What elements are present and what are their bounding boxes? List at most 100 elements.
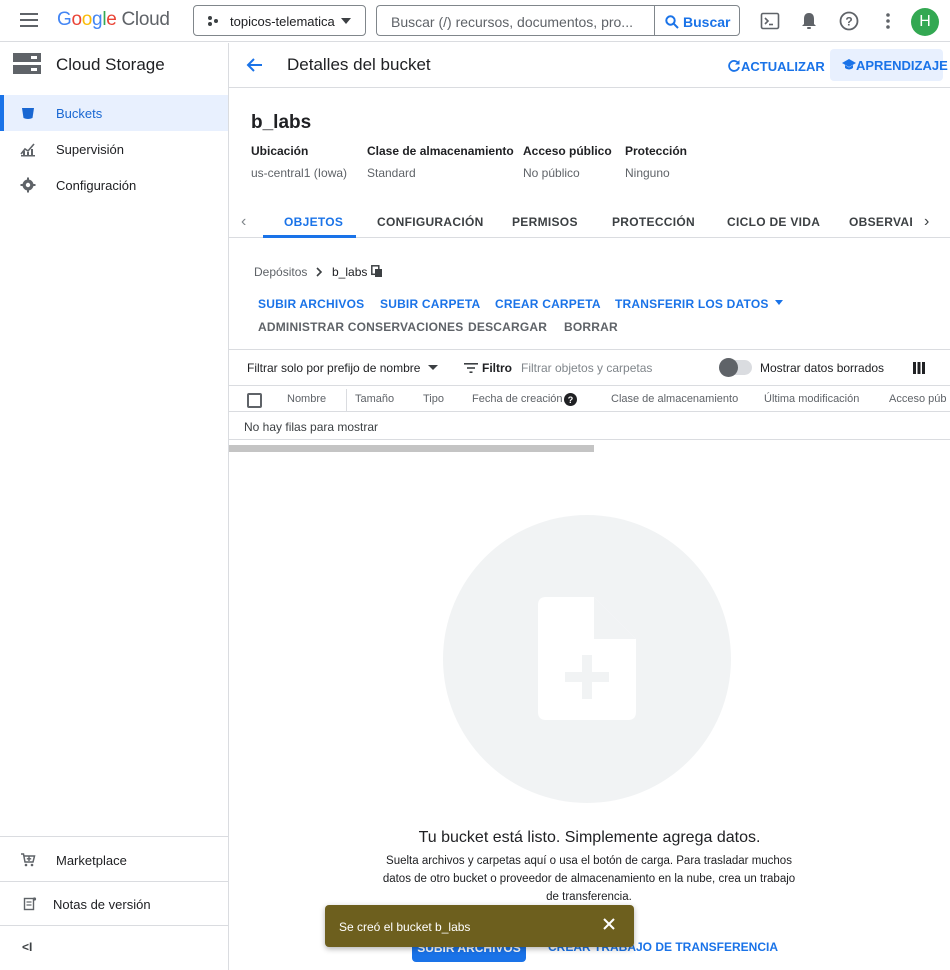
bucket-name: b_labs [251, 112, 312, 133]
tabs-scroll-left-icon[interactable]: ‹ [241, 213, 246, 231]
more-vert-icon[interactable] [877, 10, 899, 32]
chevron-down-icon [341, 18, 351, 24]
transfer-data-button[interactable]: TRANSFERIR LOS DATOS [615, 297, 784, 311]
divider [229, 439, 950, 440]
tab-observability[interactable]: OBSERVABI [849, 215, 912, 229]
sidebar-item-monitoring[interactable]: Supervisión [0, 131, 228, 167]
refresh-label: ACTUALIZAR [741, 59, 825, 74]
add-file-icon [538, 597, 636, 720]
column-header-public-access[interactable]: Acceso púb [889, 393, 950, 405]
meta-label-storage-class: Clase de almacenamiento [367, 144, 514, 158]
copy-icon[interactable] [371, 265, 383, 278]
learn-button[interactable]: APRENDIZAJE [830, 49, 948, 81]
meta-label-location: Ubicación [251, 144, 309, 158]
project-picker[interactable]: topicos-telematica [193, 5, 366, 36]
svg-text:?: ? [568, 395, 574, 405]
top-bar: Google Cloud topicos-telematica Buscar (… [0, 0, 950, 42]
search-input[interactable]: Buscar (/) recursos, documentos, pro... [376, 5, 655, 36]
filter-icon [464, 363, 478, 373]
caret-down-icon [427, 365, 438, 370]
delete-button[interactable]: BORRAR [564, 320, 618, 334]
divider [0, 881, 228, 882]
divider [0, 836, 228, 837]
column-divider [346, 389, 347, 411]
meta-value-storage-class: Standard [367, 166, 416, 180]
terminal-icon[interactable] [759, 10, 781, 32]
tab-permissions[interactable]: PERMISOS [512, 215, 578, 229]
column-display-icon[interactable] [913, 362, 925, 374]
manage-holds-button[interactable]: ADMINISTRAR CONSERVACIONES [258, 320, 463, 334]
prefix-filter-dropdown[interactable]: Filtrar solo por prefijo de nombre [247, 361, 438, 375]
tabs-scroll-right-icon[interactable]: › [924, 213, 929, 231]
back-arrow-icon[interactable] [245, 55, 265, 75]
divider [229, 385, 950, 386]
cloud-storage-icon [13, 53, 41, 74]
refresh-button[interactable]: ACTUALIZAR [727, 57, 825, 74]
sidebar-item-marketplace[interactable]: Marketplace [0, 842, 228, 878]
tab-objects[interactable]: OBJETOS [284, 215, 343, 229]
cart-icon [21, 853, 36, 867]
meta-label-protection: Protección [625, 144, 688, 158]
help-icon[interactable]: ? [564, 393, 577, 406]
sidebar-item-buckets[interactable]: Buckets [0, 95, 228, 131]
prefix-filter-label: Filtrar solo por prefijo de nombre [247, 361, 421, 375]
empty-state-title: Tu bucket está listo. Simplemente agrega… [418, 829, 761, 846]
bell-icon[interactable] [798, 10, 820, 32]
column-header-created[interactable]: Fecha de creación [472, 393, 563, 405]
create-folder-button[interactable]: CREAR CARPETA [495, 297, 601, 311]
tab-lifecycle[interactable]: CICLO DE VIDA [727, 215, 820, 229]
notes-icon [23, 897, 37, 911]
show-deleted-label: Mostrar datos borrados [760, 361, 885, 375]
column-header-modified[interactable]: Última modificación [764, 393, 859, 405]
breadcrumb-root[interactable]: Depósitos [254, 265, 307, 279]
select-all-checkbox[interactable] [247, 393, 262, 408]
school-icon [842, 59, 856, 70]
sidebar-item-label: Supervisión [56, 142, 124, 157]
empty-table-message: No hay filas para mostrar [244, 420, 379, 434]
search-button[interactable]: Buscar [654, 5, 740, 36]
avatar[interactable]: H [911, 8, 939, 36]
sidebar-item-label: Buckets [56, 106, 103, 121]
page-title: Detalles del bucket [287, 55, 431, 74]
project-name: topicos-telematica [230, 14, 335, 29]
bucket-icon [22, 108, 34, 119]
column-header-type[interactable]: Tipo [423, 393, 444, 405]
upload-files-button[interactable]: SUBIR ARCHIVOS [258, 297, 364, 311]
search-button-label: Buscar [683, 14, 731, 30]
upload-folder-button[interactable]: SUBIR CARPETA [380, 297, 480, 311]
product-title: Cloud Storage [56, 55, 165, 74]
filter-input[interactable]: Filtrar objetos y carpetas [521, 361, 652, 375]
sidebar-item-label: Marketplace [56, 853, 127, 868]
learn-label: APRENDIZAJE [856, 58, 948, 73]
sidebar-item-label: Notas de versión [53, 897, 151, 912]
divider [229, 349, 950, 350]
help-icon[interactable]: ? [838, 10, 860, 32]
horizontal-scrollbar[interactable] [229, 445, 594, 452]
active-tab-indicator [263, 235, 356, 238]
sidebar-item-settings[interactable]: Configuración [0, 167, 228, 203]
tab-configuration[interactable]: CONFIGURACIÓN [377, 215, 484, 229]
settings-icon [20, 177, 36, 193]
column-header-name[interactable]: Nombre [287, 393, 326, 405]
sidebar-item-release-notes[interactable]: Notas de versión [0, 886, 228, 922]
column-header-storage-class[interactable]: Clase de almacenamiento [611, 393, 738, 405]
google-cloud-logo[interactable]: Google Cloud [57, 9, 170, 31]
breadcrumb-current: b_labs [332, 265, 368, 279]
divider [0, 925, 228, 926]
project-icon [208, 16, 218, 26]
filter-label: Filtro [482, 361, 512, 375]
transfer-link-text: TRANSFERENCIA [675, 940, 779, 954]
menu-icon[interactable] [20, 13, 38, 27]
tab-protection[interactable]: PROTECCIÓN [612, 215, 695, 229]
search-icon [665, 15, 679, 29]
empty-state-description: Suelta archivos y carpetas aquí o usa el… [382, 855, 796, 903]
transfer-data-label: TRANSFERIR LOS DATOS [615, 297, 769, 311]
sidebar: Cloud Storage Buckets Supervisión Config… [0, 43, 229, 970]
close-icon[interactable] [602, 917, 616, 931]
toggle-knob [719, 358, 738, 377]
download-button[interactable]: DESCARGAR [468, 320, 547, 334]
column-header-size[interactable]: Tamaño [355, 393, 394, 405]
meta-value-location: us-central1 (Iowa) [251, 166, 348, 180]
collapse-sidebar-button[interactable]: <I [22, 940, 32, 954]
meta-label-public-access: Acceso público [523, 144, 612, 158]
